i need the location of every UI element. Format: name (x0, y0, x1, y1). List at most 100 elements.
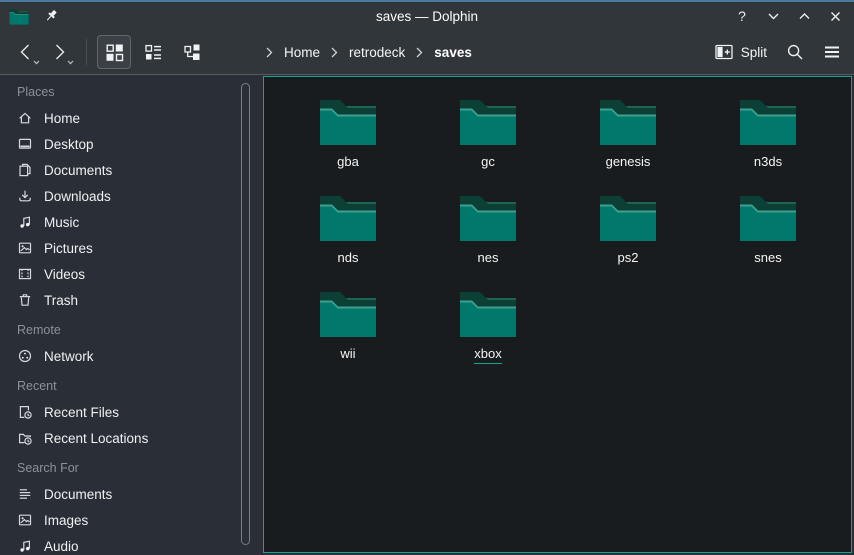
pictures-icon (17, 240, 33, 256)
breadcrumb-home[interactable]: Home (284, 45, 320, 60)
sidebar-item-label: Images (44, 513, 88, 528)
back-dropdown-caret-icon (33, 60, 40, 65)
music-icon (17, 214, 33, 230)
sidebar-item-desktop[interactable]: Desktop (0, 131, 263, 157)
back-button[interactable] (10, 35, 40, 69)
sidebar-item-recent-files[interactable]: Recent Files (0, 399, 263, 425)
trash-icon (17, 292, 33, 308)
folder-item-ps2[interactable]: ps2 (558, 192, 698, 288)
folder-item-gba[interactable]: gba (278, 96, 418, 192)
folder-view[interactable]: gba gc genesis n3ds nds nes ps2 snes wii… (263, 76, 852, 553)
recent-locations-icon (17, 430, 33, 446)
search-button[interactable] (786, 43, 804, 61)
sidebar-item-music[interactable]: Music (0, 209, 263, 235)
forward-button[interactable] (44, 35, 74, 69)
folder-item-wii[interactable]: wii (278, 288, 418, 384)
sidebar-item-videos[interactable]: Videos (0, 261, 263, 287)
dolphin-window: saves — Dolphin ? Home (0, 0, 854, 555)
toolbar-separator (86, 39, 87, 65)
documents-icon (17, 162, 33, 178)
split-label: Split (741, 45, 767, 60)
folder-icon (599, 96, 657, 146)
forward-icon (52, 43, 67, 61)
forward-dropdown-caret-icon (67, 60, 74, 65)
breadcrumb: Home retrodeck saves (266, 30, 472, 74)
folder-label: snes (754, 250, 781, 265)
sidebar-item-label: Documents (44, 163, 112, 178)
sidebar-item-search-documents[interactable]: Documents (0, 481, 263, 507)
sidebar-scrollbar[interactable] (241, 83, 250, 545)
folder-icon (319, 96, 377, 146)
icons-view-icon (105, 43, 124, 62)
sidebar-item-network[interactable]: Network (0, 343, 263, 369)
menu-button[interactable] (823, 43, 841, 61)
folder-label: gba (337, 154, 359, 169)
folder-item-xbox[interactable]: xbox (418, 288, 558, 384)
sidebar-item-downloads[interactable]: Downloads (0, 183, 263, 209)
pin-icon[interactable] (43, 8, 59, 24)
sidebar-item-recent-locations[interactable]: Recent Locations (0, 425, 263, 451)
tree-view-icon (183, 43, 202, 62)
sidebar-item-label: Desktop (44, 137, 94, 152)
breadcrumb-retrodeck[interactable]: retrodeck (349, 45, 405, 60)
compact-view-button[interactable] (136, 35, 170, 69)
folder-item-nes[interactable]: nes (418, 192, 558, 288)
folder-item-genesis[interactable]: genesis (558, 96, 698, 192)
sidebar-item-documents[interactable]: Documents (0, 157, 263, 183)
tree-view-button[interactable] (175, 35, 209, 69)
icons-view-button[interactable] (97, 35, 131, 69)
window-body: Places Home Desktop Documents Downloads … (0, 75, 854, 555)
folder-icon (319, 288, 377, 338)
folder-item-gc[interactable]: gc (418, 96, 558, 192)
network-icon (17, 348, 33, 364)
sidebar-item-search-images[interactable]: Images (0, 507, 263, 533)
back-icon (18, 43, 33, 61)
section-header-search-for: Search For (0, 455, 263, 481)
help-icon: ? (738, 8, 746, 24)
folder-icon (739, 96, 797, 146)
folder-icon (459, 96, 517, 146)
sidebar-item-label: Audio (44, 539, 79, 554)
breadcrumb-chevron-icon (416, 47, 423, 58)
folder-icon (599, 192, 657, 242)
section-header-remote: Remote (0, 317, 263, 343)
maximize-button[interactable] (795, 7, 813, 25)
sidebar-item-label: Documents (44, 487, 112, 502)
section-header-places: Places (0, 79, 263, 105)
close-button[interactable] (826, 7, 844, 25)
folder-label: genesis (606, 154, 651, 169)
folder-item-n3ds[interactable]: n3ds (698, 96, 838, 192)
close-icon (829, 10, 842, 23)
sidebar-item-pictures[interactable]: Pictures (0, 235, 263, 261)
breadcrumb-current[interactable]: saves (434, 45, 472, 60)
folder-item-snes[interactable]: snes (698, 192, 838, 288)
sidebar-item-search-audio[interactable]: Audio (0, 533, 263, 555)
sidebar-item-label: Home (44, 111, 80, 126)
breadcrumb-chevron-icon (331, 47, 338, 58)
maximize-icon (798, 10, 811, 23)
folder-label: wii (340, 346, 355, 361)
folder-icon (459, 288, 517, 338)
sidebar-item-label: Downloads (44, 189, 111, 204)
sidebar-item-label: Recent Files (44, 405, 119, 420)
folder-item-nds[interactable]: nds (278, 192, 418, 288)
split-icon (715, 44, 733, 60)
minimize-button[interactable] (764, 7, 782, 25)
folder-label: nds (338, 250, 359, 265)
image-icon (17, 512, 33, 528)
split-button[interactable]: Split (715, 44, 767, 60)
places-panel: Places Home Desktop Documents Downloads … (0, 75, 263, 555)
minimize-icon (767, 10, 780, 23)
home-icon (17, 110, 33, 126)
folder-label: n3ds (754, 154, 782, 169)
help-button[interactable]: ? (733, 7, 751, 25)
titlebar[interactable]: saves — Dolphin ? (0, 2, 854, 30)
sidebar-item-home[interactable]: Home (0, 105, 263, 131)
hamburger-menu-icon (823, 43, 841, 61)
compact-view-icon (144, 43, 163, 62)
sidebar-item-label: Trash (44, 293, 78, 308)
sidebar-item-trash[interactable]: Trash (0, 287, 263, 313)
downloads-icon (17, 188, 33, 204)
folder-icon (459, 192, 517, 242)
text-lines-icon (17, 486, 33, 502)
